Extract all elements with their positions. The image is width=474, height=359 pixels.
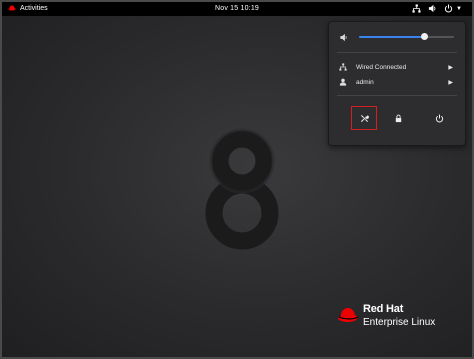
system-tray[interactable]: ▼ (412, 4, 462, 13)
volume-slider[interactable] (359, 33, 454, 40)
logo-line-1: Red Hat (363, 303, 404, 315)
rhel-8-wallpaper-numeral (205, 128, 279, 250)
menu-separator (337, 95, 457, 96)
chevron-right-icon: ▶ (448, 64, 453, 71)
menu-item-admin[interactable]: admin ▶ (339, 77, 455, 87)
settings-button[interactable] (351, 106, 377, 130)
clock[interactable]: Nov 15 10:19 (215, 5, 259, 12)
volume-icon (340, 33, 347, 41)
lock-button[interactable] (387, 107, 409, 129)
power-off-icon (435, 113, 443, 122)
chevron-right-icon: ▶ (448, 79, 453, 86)
power-icon (444, 4, 453, 13)
system-buttons (329, 105, 465, 131)
power-off-button[interactable] (428, 107, 450, 129)
network-icon (339, 63, 347, 71)
user-icon (339, 78, 347, 86)
chevron-down-icon: ▼ (456, 6, 462, 12)
activities-label: Activities (20, 4, 48, 12)
volume-row (339, 32, 455, 42)
volume-icon (428, 4, 436, 13)
red-hat-icon (338, 308, 359, 322)
volume-slider-fill (359, 36, 424, 38)
menu-separator (337, 52, 457, 53)
logo-line-2: Enterprise Linux (363, 317, 436, 328)
volume-slider-handle[interactable] (420, 33, 428, 40)
lock-icon (395, 114, 401, 122)
menu-item-label: admin (356, 78, 374, 86)
menu-item-label: Wired Connected (356, 63, 407, 71)
red-hat-icon (8, 5, 16, 11)
network-icon (412, 4, 421, 13)
top-bar: Activities Nov 15 10:19 ▼ (2, 2, 472, 16)
menu-item-wired-connected[interactable]: Wired Connected ▶ (339, 62, 455, 72)
activities-button[interactable]: Activities (8, 4, 48, 12)
settings-icon (360, 114, 369, 122)
system-menu: Wired Connected ▶ admin ▶ (328, 21, 466, 146)
red-hat-logo: Red Hat Enterprise Linux (337, 304, 435, 328)
